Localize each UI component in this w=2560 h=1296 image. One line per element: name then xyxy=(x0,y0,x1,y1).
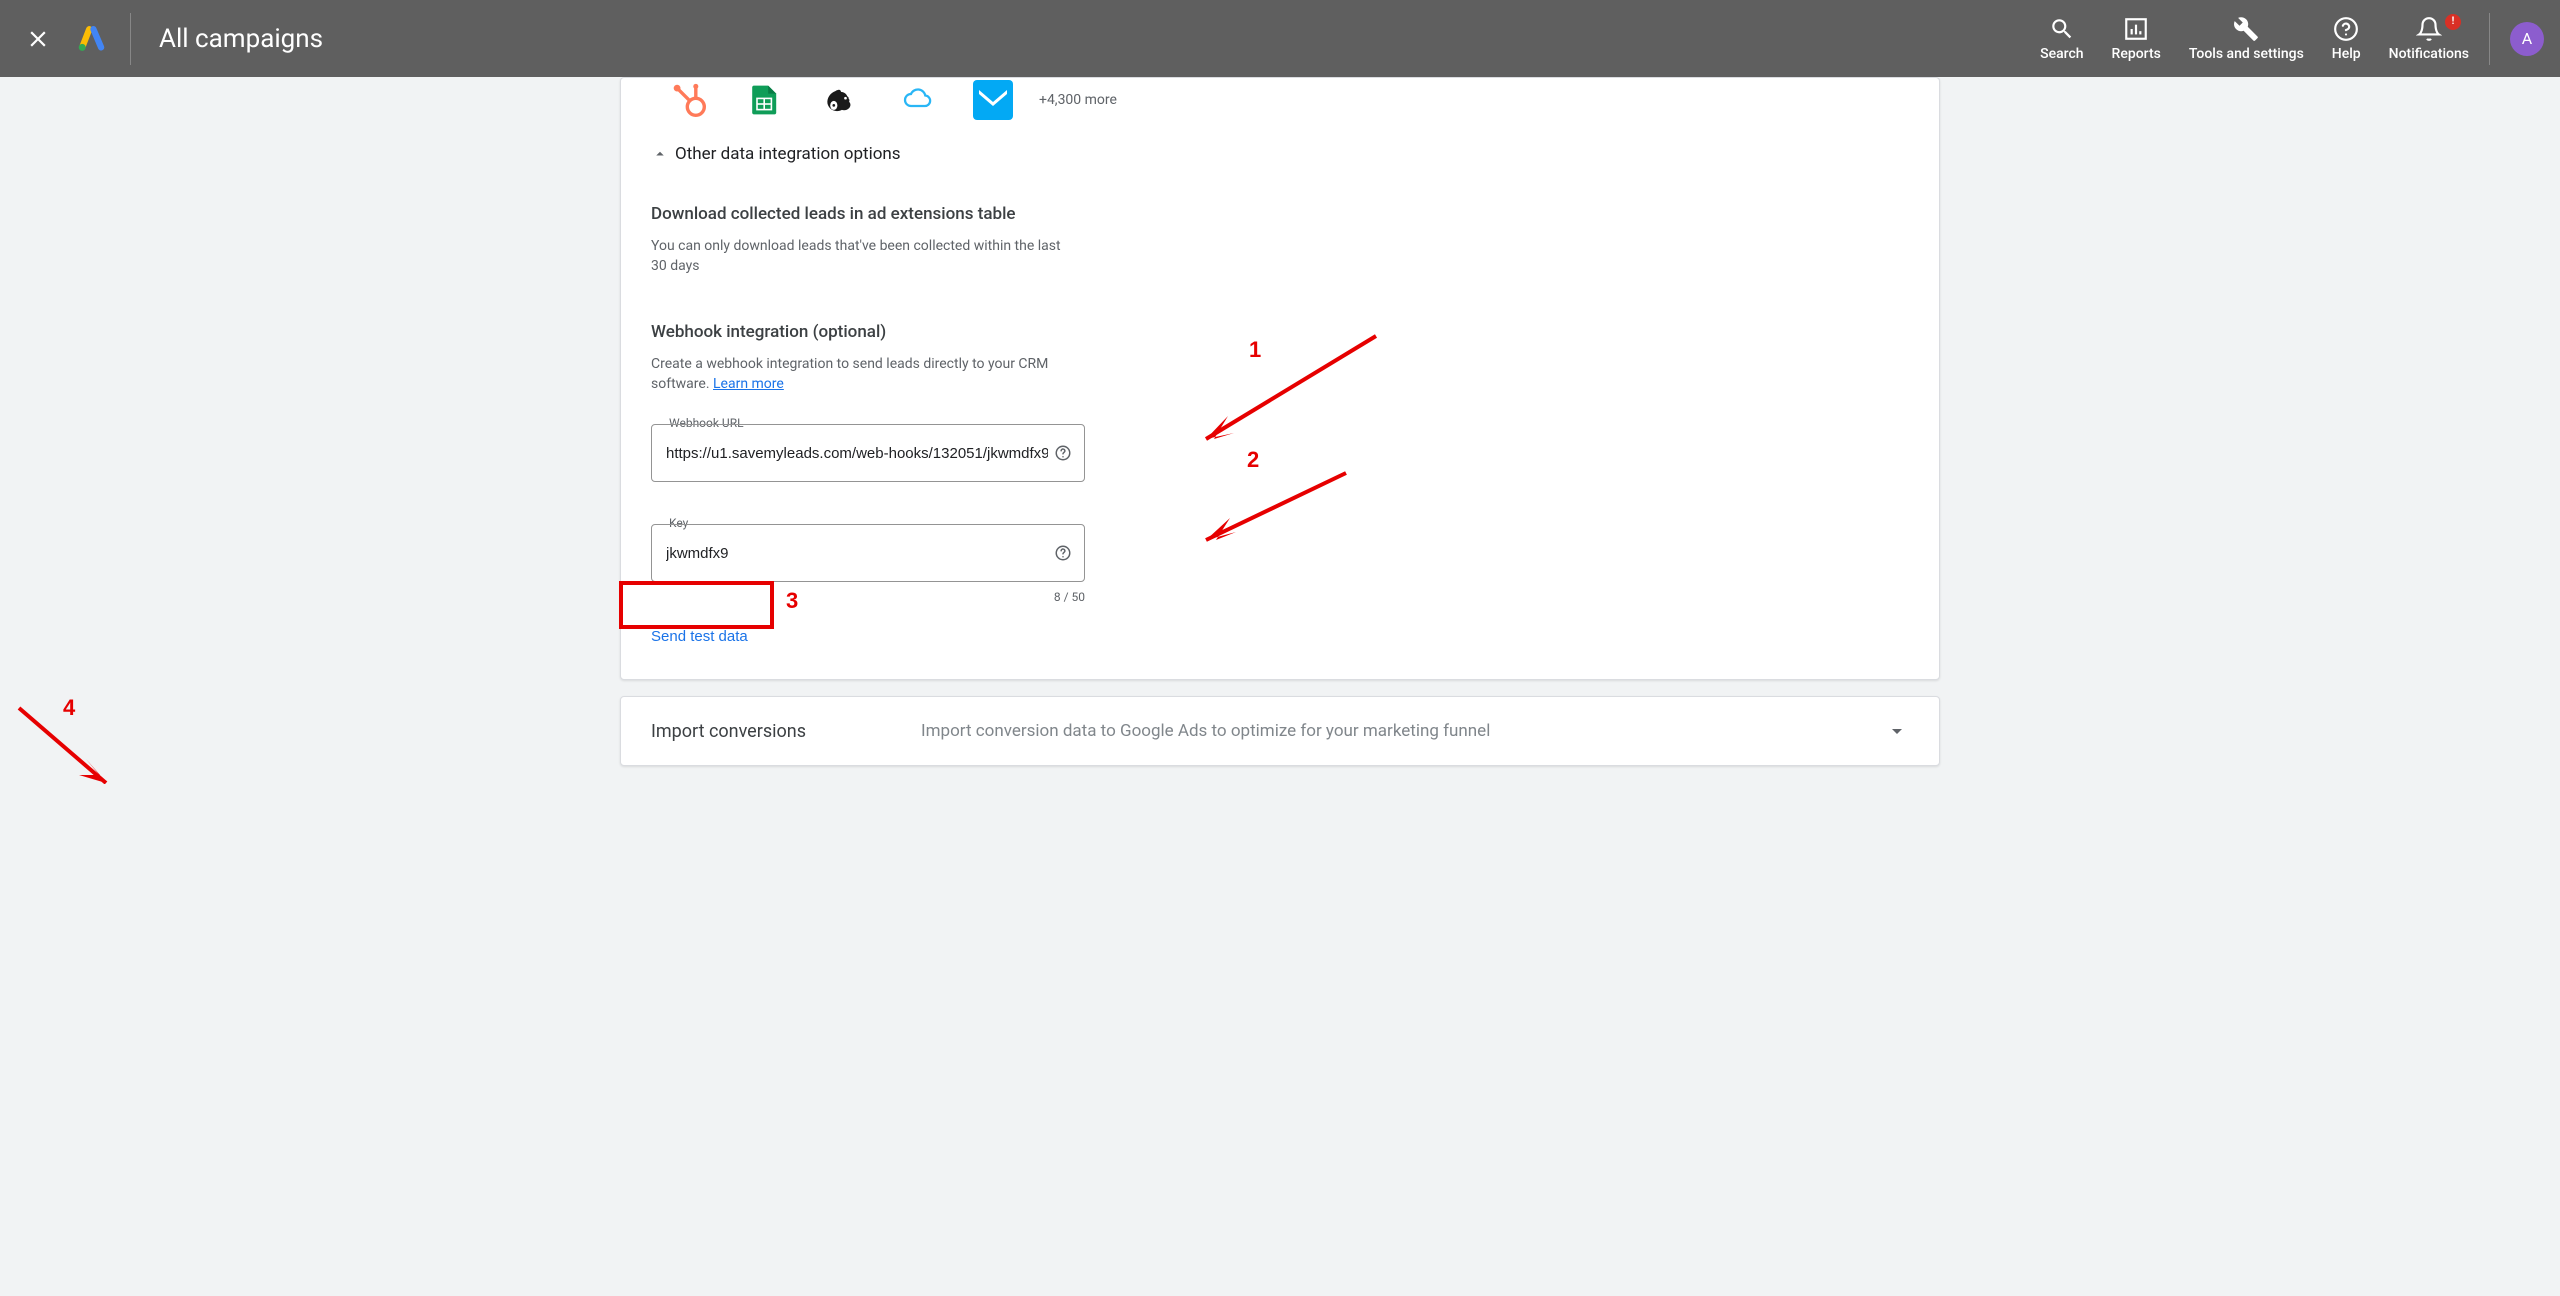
topbar-reports[interactable]: Reports xyxy=(2098,16,2175,62)
avatar[interactable]: A xyxy=(2510,22,2544,56)
campaign-monitor-icon[interactable] xyxy=(973,80,1013,120)
key-input[interactable] xyxy=(666,545,1070,562)
close-icon xyxy=(25,26,51,52)
webhook-url-field[interactable] xyxy=(651,424,1085,482)
webhook-url-input[interactable] xyxy=(666,445,1070,462)
annotation-arrow-1 xyxy=(1186,331,1386,446)
page-title: All campaigns xyxy=(159,24,323,54)
annotation-number-2: 2 xyxy=(1247,447,1259,473)
lead-form-card: +4,300 more Other data integration optio… xyxy=(620,77,1940,680)
bell-icon xyxy=(2416,16,2442,42)
more-integrations-label[interactable]: +4,300 more xyxy=(1039,92,1117,108)
help-icon xyxy=(2333,16,2359,42)
mailchimp-icon[interactable] xyxy=(821,80,861,120)
download-section-desc: You can only download leads that've been… xyxy=(651,236,1071,276)
annotation-box-3 xyxy=(619,581,774,629)
annotation-number-1: 1 xyxy=(1249,337,1261,363)
google-ads-logo-icon xyxy=(78,25,106,53)
topbar-search[interactable]: Search xyxy=(2026,16,2097,62)
key-field[interactable] xyxy=(651,524,1085,582)
content-area: +4,300 more Other data integration optio… xyxy=(0,77,2560,784)
sheets-icon[interactable] xyxy=(745,80,785,120)
annotation-arrow-2 xyxy=(1186,468,1356,548)
reports-icon xyxy=(2123,16,2149,42)
chevron-up-icon xyxy=(651,145,669,163)
import-conversions-title: Import conversions xyxy=(651,721,921,742)
integration-row: +4,300 more xyxy=(651,78,1909,120)
download-section-title: Download collected leads in ad extension… xyxy=(651,204,1909,224)
topbar: All campaigns Search Reports Tools and s… xyxy=(0,0,2560,77)
webhook-desc-text: Create a webhook integration to send lea… xyxy=(651,356,1048,392)
other-options-toggle[interactable]: Other data integration options xyxy=(651,144,1909,164)
notification-badge: ! xyxy=(2445,14,2461,30)
topbar-tools-settings[interactable]: Tools and settings xyxy=(2175,16,2318,62)
chevron-down-icon xyxy=(1885,719,1909,743)
cloud-icon[interactable] xyxy=(897,80,937,120)
help-icon[interactable] xyxy=(1054,544,1072,562)
topbar-tools-label: Tools and settings xyxy=(2189,46,2304,62)
topbar-notifications[interactable]: ! Notifications xyxy=(2375,16,2483,62)
help-icon[interactable] xyxy=(1054,444,1072,462)
topbar-search-label: Search xyxy=(2040,46,2083,62)
other-options-label: Other data integration options xyxy=(675,144,901,164)
learn-more-link[interactable]: Learn more xyxy=(713,376,784,392)
close-button[interactable] xyxy=(16,17,60,61)
search-icon xyxy=(2049,16,2075,42)
import-conversions-card[interactable]: Import conversions Import conversion dat… xyxy=(620,696,1940,766)
annotation-number-3: 3 xyxy=(786,588,798,614)
annotation-number-4: 4 xyxy=(63,695,75,721)
topbar-notifications-label: Notifications xyxy=(2389,46,2469,62)
topbar-reports-label: Reports xyxy=(2112,46,2161,62)
divider xyxy=(2489,13,2490,65)
topbar-help[interactable]: Help xyxy=(2318,16,2375,62)
hubspot-icon[interactable] xyxy=(669,80,709,120)
import-conversions-desc: Import conversion data to Google Ads to … xyxy=(921,721,1885,741)
topbar-help-label: Help xyxy=(2332,46,2361,62)
webhook-section-desc: Create a webhook integration to send lea… xyxy=(651,354,1071,394)
divider xyxy=(130,13,131,65)
wrench-icon xyxy=(2233,16,2259,42)
